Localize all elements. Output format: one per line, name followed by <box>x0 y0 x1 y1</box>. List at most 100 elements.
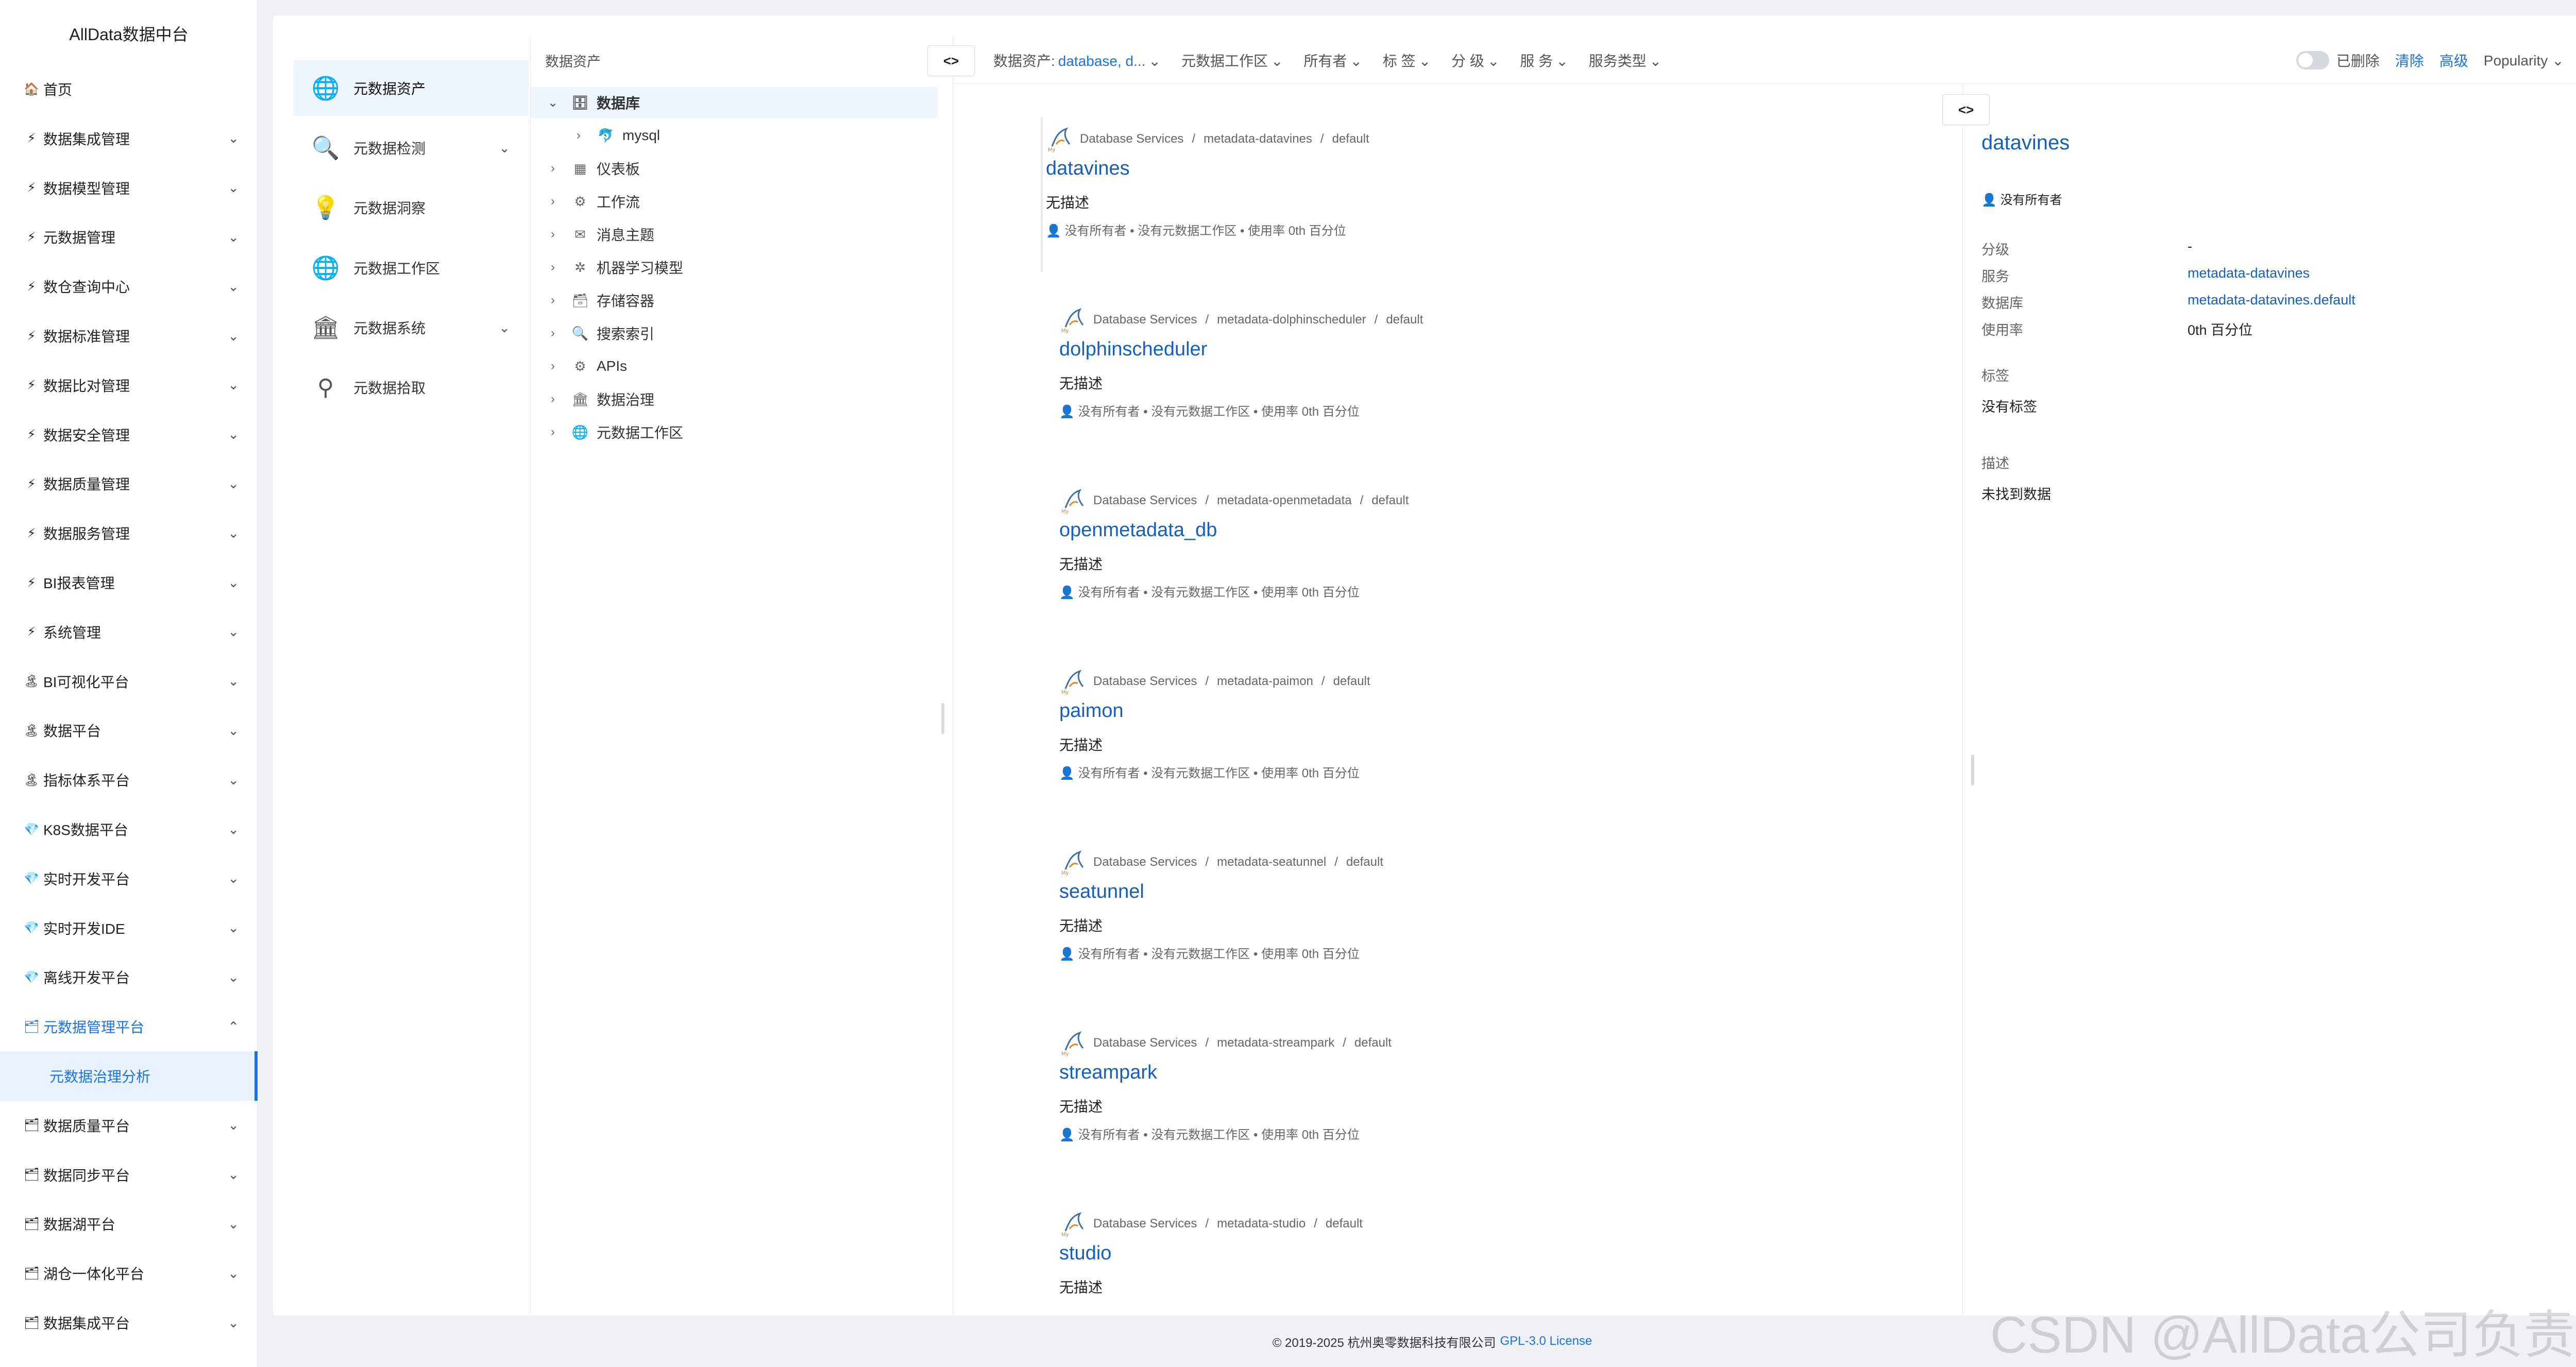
expand-arrow-icon[interactable]: › <box>545 425 561 439</box>
breadcrumb-service-type[interactable]: Database Services <box>1093 493 1197 507</box>
breadcrumb-database[interactable]: default <box>1326 1217 1363 1231</box>
tree-node[interactable]: ⌄ 🗄 数据库 <box>531 87 938 118</box>
metadata-menu-item[interactable]: 🏛 元数据系统 ⌄ <box>294 300 529 355</box>
breadcrumb-service-type[interactable]: Database Services <box>1093 1217 1197 1231</box>
nav-item[interactable]: 💎 离线开发平台 ⌄ <box>0 952 258 1002</box>
expand-arrow-icon[interactable]: › <box>545 194 561 209</box>
nav-item[interactable]: ⚡ 数据集成管理 ⌄ <box>0 114 258 163</box>
breadcrumb-service[interactable]: metadata-seatunnel <box>1217 855 1326 869</box>
filter-dropdown[interactable]: 数据资产: database, d... ⌄ <box>993 50 1161 71</box>
filter-dropdown[interactable]: 标 签 ⌄ <box>1383 50 1431 71</box>
breadcrumb-database[interactable]: default <box>1346 855 1383 869</box>
nav-item[interactable]: 🏝 指标体系平台 ⌄ <box>0 755 258 805</box>
result-card[interactable]: My Database Services / metadata-openmetadat… <box>1056 479 1829 634</box>
nav-item[interactable]: ⚡ 数据比对管理 ⌄ <box>0 361 258 410</box>
clear-button[interactable]: 清除 <box>2395 50 2424 71</box>
nav-item[interactable]: 🗂 数据质量平台 ⌄ <box>0 1101 258 1150</box>
expand-arrow-icon[interactable]: › <box>545 227 561 242</box>
result-card[interactable]: My Database Services / metadata-streampark /… <box>1056 1021 1829 1176</box>
result-name-link[interactable]: openmetadata_db <box>1059 519 1217 541</box>
metadata-menu-item[interactable]: 🔍 元数据检测 ⌄ <box>294 120 529 176</box>
result-card[interactable]: My Database Services / metadata-paimon / defa… <box>1056 660 1829 814</box>
advanced-button[interactable]: 高级 <box>2439 50 2468 71</box>
tree-node[interactable]: › 🌐 元数据工作区 <box>531 417 938 448</box>
tree-resize-handle[interactable] <box>941 703 944 734</box>
expand-arrow-icon[interactable]: › <box>545 293 561 307</box>
result-card[interactable]: My Database Services / metadata-dolphinsche… <box>1056 298 1829 453</box>
breadcrumb-service[interactable]: metadata-streampark <box>1217 1036 1334 1050</box>
breadcrumb-database[interactable]: default <box>1371 493 1409 507</box>
metadata-menu-item[interactable]: 💡 元数据洞察 <box>294 180 529 235</box>
breadcrumb-service-type[interactable]: Database Services <box>1093 674 1197 688</box>
breadcrumb-service-type[interactable]: Database Services <box>1093 1036 1197 1050</box>
detail-title[interactable]: datavines <box>1981 131 2070 155</box>
expand-arrow-icon[interactable]: ⌄ <box>545 95 561 110</box>
nav-item[interactable]: ⚡ 数据安全管理 ⌄ <box>0 410 258 459</box>
result-name-link[interactable]: dolphinscheduler <box>1059 338 1207 361</box>
nav-item[interactable]: ⚡ BI报表管理 ⌄ <box>0 558 258 607</box>
nav-item[interactable]: ⚡ 数据标准管理 ⌄ <box>0 311 258 361</box>
metadata-menu-item[interactable]: 🌐 元数据资产 <box>294 60 529 116</box>
tree-node[interactable]: › 🔍 搜索索引 <box>531 318 938 349</box>
nav-item[interactable]: 🏠 首页 <box>0 64 258 114</box>
nav-item[interactable]: ⚡ 元数据管理 ⌄ <box>0 212 258 262</box>
nav-item[interactable]: ⚡ 数据质量管理 ⌄ <box>0 459 258 508</box>
nav-subitem-active[interactable]: 元数据治理分析 <box>0 1051 258 1101</box>
result-name-link[interactable]: streampark <box>1059 1062 1157 1084</box>
breadcrumb-service-type[interactable]: Database Services <box>1093 855 1197 869</box>
filter-dropdown[interactable]: 服 务 ⌄ <box>1520 50 1568 71</box>
license-link[interactable]: GPL-3.0 License <box>1500 1334 1592 1348</box>
result-name-link[interactable]: paimon <box>1059 700 1124 722</box>
nav-item[interactable]: 💎 实时开发平台 ⌄ <box>0 854 258 903</box>
nav-item[interactable]: ⚡ 数据模型管理 ⌄ <box>0 163 258 213</box>
detail-collapse-button[interactable]: <> <box>1942 94 1990 125</box>
result-card[interactable]: My Database Services / metadata-seatunnel / d… <box>1056 841 1829 995</box>
breadcrumb-service[interactable]: metadata-paimon <box>1217 674 1313 688</box>
database-link[interactable]: metadata-datavines.default <box>2188 292 2355 308</box>
result-name-link[interactable]: datavines <box>1046 158 1130 180</box>
nav-item[interactable]: 🗂 元数据管理平台 ⌃ <box>0 1002 258 1051</box>
breadcrumb-database[interactable]: default <box>1332 132 1369 146</box>
metadata-menu-item[interactable]: 🌐 元数据工作区 <box>294 240 529 296</box>
breadcrumb-service-type[interactable]: Database Services <box>1093 313 1197 327</box>
filter-dropdown[interactable]: 所有者 ⌄ <box>1303 50 1362 71</box>
metadata-menu-item[interactable]: ⚲ 元数据拾取 <box>294 360 529 415</box>
expand-arrow-icon[interactable]: › <box>545 161 561 176</box>
filter-dropdown[interactable]: 服务类型 ⌄ <box>1589 50 1662 71</box>
nav-item[interactable]: 💎 实时开发IDE ⌄ <box>0 903 258 953</box>
sort-dropdown[interactable]: Popularity ⌄ <box>2484 52 2564 69</box>
filter-dropdown[interactable]: 分 级 ⌄ <box>1451 50 1499 71</box>
tree-node[interactable]: › 🏛 数据治理 <box>531 384 938 415</box>
tree-node[interactable]: › 🐬 mysql <box>531 120 938 151</box>
breadcrumb-service-type[interactable]: Database Services <box>1080 132 1183 146</box>
expand-arrow-icon[interactable]: › <box>571 128 586 143</box>
tree-node[interactable]: › 🗃 存储容器 <box>531 285 938 316</box>
nav-item[interactable]: 🏝 数据平台 ⌄ <box>0 706 258 755</box>
tree-node[interactable]: › ▦ 仪表板 <box>531 153 938 184</box>
nav-item[interactable]: 💎 K8S数据平台 ⌄ <box>0 805 258 854</box>
collapse-toggle-button[interactable]: <> <box>927 45 975 76</box>
result-card[interactable]: My Database Services / metadata-datavines / d… <box>1041 117 1814 272</box>
result-name-link[interactable]: studio <box>1059 1242 1111 1265</box>
expand-arrow-icon[interactable]: › <box>545 260 561 275</box>
breadcrumb-service[interactable]: metadata-datavines <box>1204 132 1312 146</box>
nav-item[interactable]: ⚡ 数据服务管理 ⌄ <box>0 508 258 558</box>
service-link[interactable]: metadata-datavines <box>2188 265 2310 281</box>
result-card[interactable]: My Database Services / metadata-studio / defa… <box>1056 1202 1829 1315</box>
filter-dropdown[interactable]: 元数据工作区 ⌄ <box>1181 50 1283 71</box>
nav-item[interactable]: ⚡ 数仓查询中心 ⌄ <box>0 262 258 311</box>
deleted-toggle[interactable] <box>2296 51 2329 70</box>
result-name-link[interactable]: seatunnel <box>1059 881 1144 903</box>
expand-arrow-icon[interactable]: › <box>545 326 561 340</box>
nav-item[interactable]: 🗂 数据同步平台 ⌄ <box>0 1150 258 1200</box>
nav-item[interactable]: 🏝 BI可视化平台 ⌄ <box>0 657 258 706</box>
nav-item[interactable]: 🗂 湖仓一体化平台 ⌄ <box>0 1249 258 1298</box>
breadcrumb-service[interactable]: metadata-dolphinscheduler <box>1217 313 1366 327</box>
tree-node[interactable]: › ⚙ 工作流 <box>531 186 938 217</box>
nav-item[interactable]: 🗂 数据湖平台 ⌄ <box>0 1199 258 1249</box>
expand-arrow-icon[interactable]: › <box>545 359 561 373</box>
tree-node[interactable]: › ⚙ APIs <box>531 351 938 382</box>
breadcrumb-service[interactable]: metadata-studio <box>1217 1217 1306 1231</box>
nav-item[interactable]: 🗂 数据集成平台 ⌄ <box>0 1298 258 1347</box>
breadcrumb-database[interactable]: default <box>1386 313 1423 327</box>
